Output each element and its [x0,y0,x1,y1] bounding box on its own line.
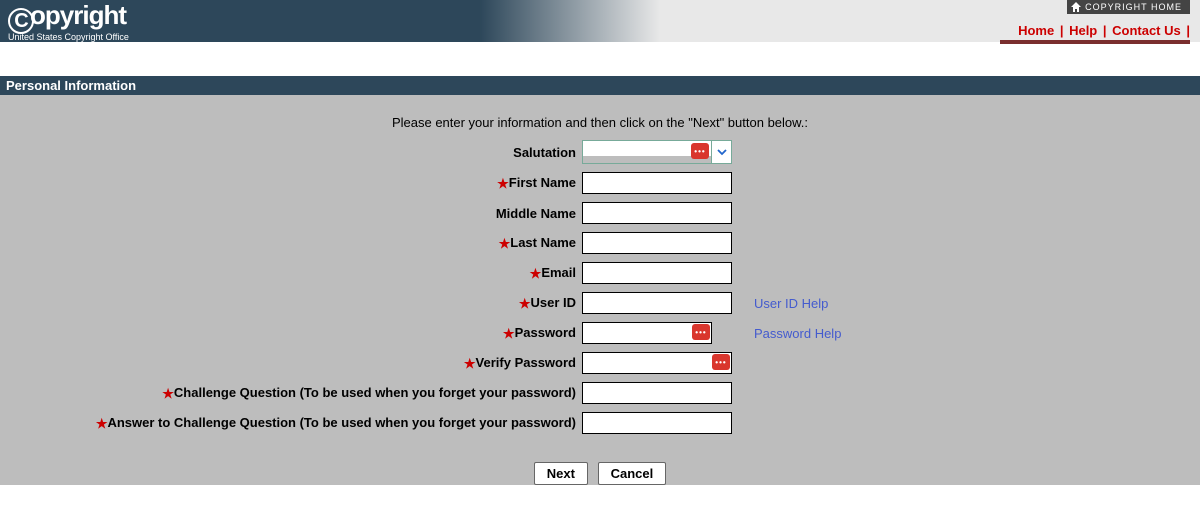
label-salutation: Salutation [513,145,576,160]
label-last-name: Last Name [510,235,576,250]
challenge-answer-input[interactable] [582,412,732,434]
first-name-input[interactable] [582,172,732,194]
verify-password-input[interactable] [582,352,732,374]
header: Copyright United States Copyright Office… [0,0,1200,42]
form-area: Please enter your information and then c… [0,95,1200,485]
challenge-question-input[interactable] [582,382,732,404]
copyright-home-label: COPYRIGHT HOME [1085,2,1182,12]
link-home[interactable]: Home [1018,23,1054,38]
cancel-button[interactable]: Cancel [598,462,667,485]
label-middle-name: Middle Name [496,206,576,221]
salutation-dropdown-button[interactable] [711,141,731,163]
link-contact[interactable]: Contact Us [1112,23,1181,38]
label-verify-password: Verify Password [476,355,576,370]
lastpass-icon[interactable]: ••• [691,143,709,159]
label-challenge-question: Challenge Question (To be used when you … [174,385,576,400]
salutation-combo[interactable]: ••• [582,140,732,164]
required-icon: ★ [96,416,108,431]
instruction-text: Please enter your information and then c… [0,115,1200,130]
required-icon: ★ [503,326,515,341]
label-email: Email [541,265,576,280]
password-help-link[interactable]: Password Help [754,326,841,341]
logo-subtitle: United States Copyright Office [8,32,129,42]
required-icon: ★ [497,176,509,191]
required-icon: ★ [464,356,476,371]
chevron-down-icon [717,148,727,156]
required-icon: ★ [530,266,542,281]
label-password: Password [515,325,576,340]
lastpass-icon[interactable]: ••• [712,354,730,370]
lastpass-icon[interactable]: ••• [692,324,710,340]
user-id-help-link[interactable]: User ID Help [754,296,828,311]
middle-name-input[interactable] [582,202,732,224]
last-name-input[interactable] [582,232,732,254]
logo: Copyright United States Copyright Office [8,2,129,42]
label-first-name: First Name [509,175,576,190]
email-input[interactable] [582,262,732,284]
home-icon [1071,2,1081,12]
next-button[interactable]: Next [534,462,588,485]
required-icon: ★ [519,296,531,311]
user-id-input[interactable] [582,292,732,314]
required-icon: ★ [162,386,174,401]
header-accent-bar [1000,40,1190,44]
button-row: Next Cancel [0,462,1200,485]
copyright-home-button[interactable]: COPYRIGHT HOME [1067,0,1190,14]
label-user-id: User ID [530,295,576,310]
link-help[interactable]: Help [1069,23,1097,38]
required-icon: ★ [499,236,511,251]
white-band [0,42,1200,76]
logo-text: opyright [30,0,126,30]
label-challenge-answer: Answer to Challenge Question (To be used… [107,415,576,430]
header-links: Home | Help | Contact Us | [1016,23,1190,38]
section-title: Personal Information [0,76,1200,95]
